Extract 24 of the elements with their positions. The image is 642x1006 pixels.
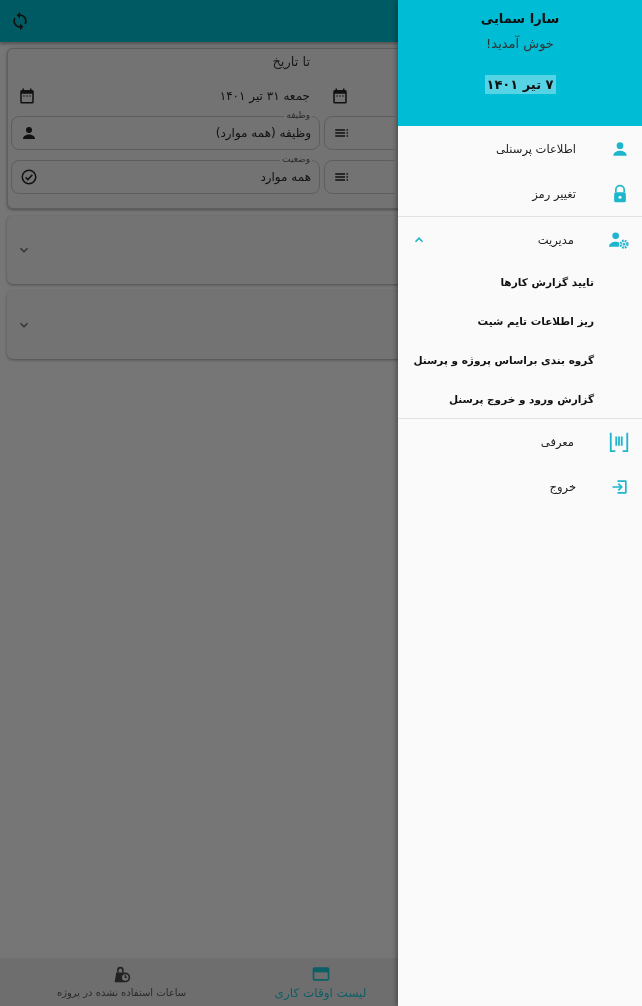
date-label: تا تاریخ <box>271 53 311 72</box>
field-value: همه موارد <box>260 170 311 184</box>
bracket-bars-icon <box>608 430 630 453</box>
date-value[interactable]: جمعه ۳۱ تیر ۱۴۰۱ <box>219 89 310 103</box>
submenu-item[interactable]: گزارش ورود و خروج پرسنل <box>398 379 642 418</box>
check-circle-icon <box>20 168 38 186</box>
menu-item[interactable]: معرفی <box>398 419 642 464</box>
refresh-icon[interactable] <box>10 11 30 31</box>
submenu-item[interactable]: ریز اطلاعات تایم شیت <box>398 301 642 340</box>
menu-item[interactable]: اطلاعات پرسنلی <box>398 126 642 171</box>
submenu-item[interactable]: تایید گزارش کارها <box>398 262 642 301</box>
field-label: وظیفه <box>284 109 312 121</box>
submenu-item[interactable]: گروه بندی براساس پروژه و پرسنل <box>398 340 642 379</box>
person-icon <box>20 124 38 142</box>
card-icon <box>310 964 331 983</box>
menu-item[interactable]: تغییر رمز <box>398 171 642 216</box>
calendar-icon[interactable] <box>331 87 349 105</box>
greeting-text: خوش آمدید! <box>486 36 554 51</box>
user-name: سارا سمایی <box>480 11 560 26</box>
date-chip: ۷ تیر ۱۴۰۱ <box>484 75 556 94</box>
calendar-icon[interactable] <box>18 87 36 105</box>
menu-item[interactable]: مدیریت <box>398 217 642 262</box>
field-value: وظیفه (همه موارد) <box>215 126 311 140</box>
menu-item[interactable]: خروج <box>398 464 642 509</box>
